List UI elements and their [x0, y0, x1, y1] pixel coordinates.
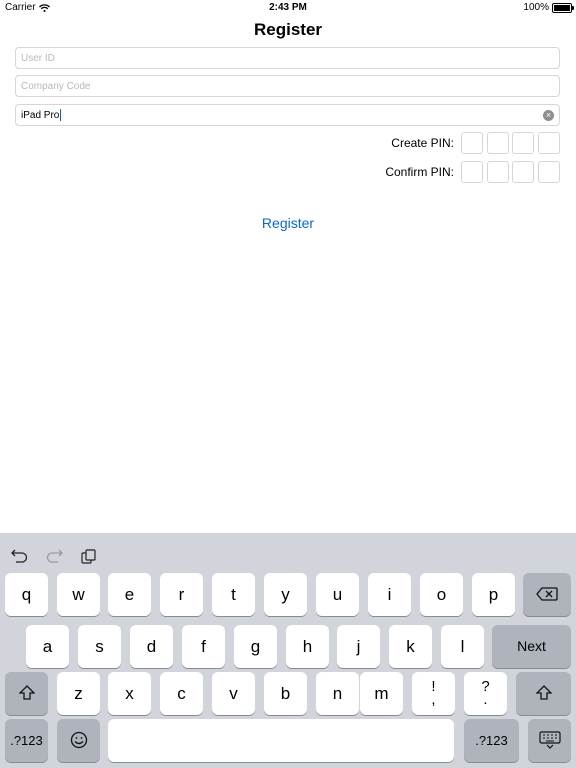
key-x[interactable]: x: [108, 672, 151, 715]
key-question-top: ?: [481, 678, 490, 695]
create-pin-digit-1[interactable]: [461, 132, 483, 154]
confirm-pin-digit-4[interactable]: [538, 161, 560, 183]
key-r[interactable]: r: [160, 573, 203, 616]
emoji-icon: [70, 731, 87, 749]
battery-level: [554, 4, 570, 11]
key-h[interactable]: h: [286, 625, 329, 668]
key-z[interactable]: z: [57, 672, 100, 715]
create-pin-digit-2[interactable]: [487, 132, 509, 154]
hide-keyboard-key[interactable]: [528, 719, 571, 762]
key-j[interactable]: j: [337, 625, 380, 668]
key-f[interactable]: f: [182, 625, 225, 668]
battery-group: 100%: [523, 2, 574, 13]
key-exclaim-comma[interactable]: ! ,: [412, 672, 455, 715]
key-o[interactable]: o: [420, 573, 463, 616]
key-e[interactable]: e: [108, 573, 151, 616]
user-id-input[interactable]: [21, 52, 554, 64]
backspace-key[interactable]: [523, 573, 571, 616]
numbers-key-left[interactable]: .?123: [5, 719, 48, 762]
keyboard-dismiss-icon: [538, 731, 561, 749]
key-a[interactable]: a: [26, 625, 69, 668]
delete-icon: [536, 587, 558, 601]
key-y[interactable]: y: [264, 573, 307, 616]
clear-text-icon[interactable]: ×: [543, 110, 554, 121]
confirm-pin-label: Confirm PIN:: [385, 165, 454, 179]
key-period-bottom: .: [483, 691, 488, 708]
undo-icon[interactable]: [11, 549, 28, 563]
shift-key-left[interactable]: [5, 672, 48, 715]
key-u[interactable]: u: [316, 573, 359, 616]
clock: 2:43 PM: [269, 2, 307, 13]
space-key[interactable]: [108, 719, 454, 762]
register-button[interactable]: Register: [0, 215, 576, 231]
key-exclaim-top: !: [431, 678, 436, 695]
key-t[interactable]: t: [212, 573, 255, 616]
key-l[interactable]: l: [441, 625, 484, 668]
text-cursor: [60, 109, 62, 121]
redo-icon[interactable]: [46, 549, 63, 563]
company-code-input[interactable]: [21, 80, 554, 92]
device-name-field[interactable]: iPad Pro ×: [15, 104, 560, 126]
key-d[interactable]: d: [130, 625, 173, 668]
key-w[interactable]: w: [57, 573, 100, 616]
battery-percent: 100%: [523, 2, 549, 13]
key-b[interactable]: b: [264, 672, 307, 715]
key-comma-bottom: ,: [431, 691, 436, 708]
key-c[interactable]: c: [160, 672, 203, 715]
create-pin-digit-3[interactable]: [512, 132, 534, 154]
numbers-key-right[interactable]: .?123: [464, 719, 519, 762]
confirm-pin-digit-1[interactable]: [461, 161, 483, 183]
key-g[interactable]: g: [234, 625, 277, 668]
key-i[interactable]: i: [368, 573, 411, 616]
paste-icon[interactable]: [81, 549, 96, 564]
confirm-pin-digit-3[interactable]: [512, 161, 534, 183]
status-bar: Carrier 2:43 PM 100%: [0, 0, 576, 16]
page-title: Register: [253, 20, 323, 39]
key-question-period[interactable]: ? .: [464, 672, 507, 715]
next-key[interactable]: Next: [492, 625, 571, 668]
device-name-value[interactable]: iPad Pro: [21, 110, 59, 121]
shift-icon: [534, 685, 553, 700]
key-n[interactable]: n: [316, 672, 359, 715]
shift-key-right[interactable]: [516, 672, 571, 715]
keyboard: q w e r t y u i o p a s d f g h j k l Ne…: [0, 533, 576, 768]
emoji-key[interactable]: [57, 719, 100, 762]
user-id-field[interactable]: [15, 47, 560, 69]
create-pin-label: Create PIN:: [391, 136, 454, 150]
company-code-field[interactable]: [15, 75, 560, 97]
key-v[interactable]: v: [212, 672, 255, 715]
key-k[interactable]: k: [389, 625, 432, 668]
confirm-pin-digit-2[interactable]: [487, 161, 509, 183]
key-q[interactable]: q: [5, 573, 48, 616]
shift-icon: [17, 685, 36, 700]
key-p[interactable]: p: [472, 573, 515, 616]
create-pin-digit-4[interactable]: [538, 132, 560, 154]
key-s[interactable]: s: [78, 625, 121, 668]
battery-icon: [552, 2, 574, 13]
key-m[interactable]: m: [360, 672, 403, 715]
